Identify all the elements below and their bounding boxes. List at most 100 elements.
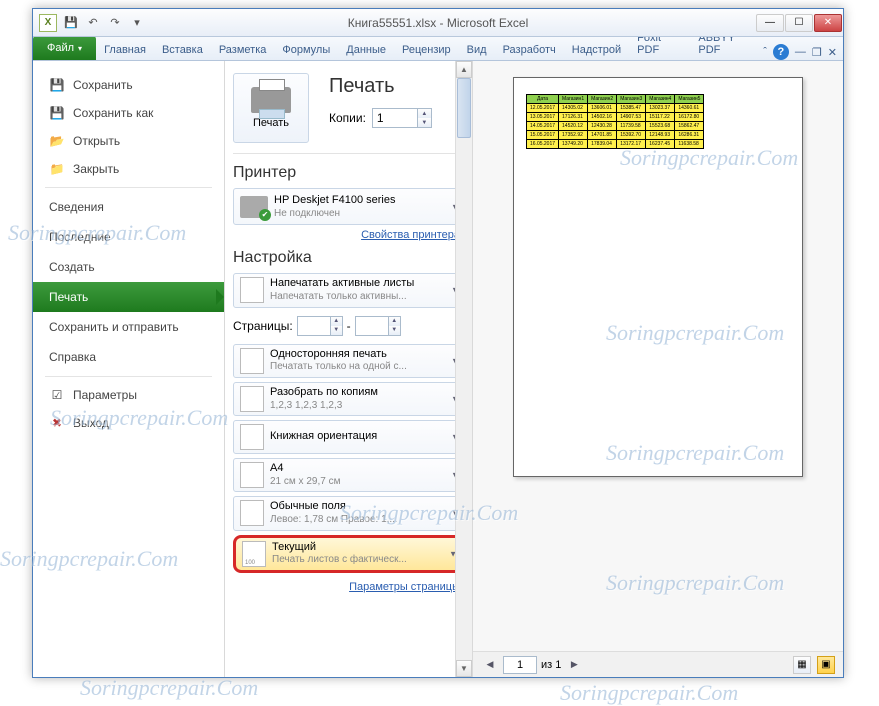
nav-label: Сохранить: [73, 78, 133, 92]
opt-orientation[interactable]: Книжная ориентация ▼: [233, 420, 464, 454]
tab-data[interactable]: Данные: [338, 40, 394, 60]
spin-up-icon[interactable]: ▲: [330, 317, 342, 326]
spin-up-icon[interactable]: ▲: [417, 109, 431, 118]
printer-properties-link[interactable]: Свойства принтера: [233, 229, 460, 241]
table-header: Магазин3: [617, 95, 646, 104]
print-button[interactable]: Печать: [233, 73, 309, 143]
tab-layout[interactable]: Разметка: [211, 40, 275, 60]
print-heading: Печать: [329, 75, 432, 98]
save-icon: 💾: [49, 77, 65, 93]
table-cell: 14360.61: [675, 104, 704, 113]
table-cell: 13172.17: [617, 140, 646, 149]
printer-selector[interactable]: HP Deskjet F4100 series Не подключен ▼: [233, 188, 464, 225]
opt-title: A4: [270, 462, 340, 476]
prev-page-button[interactable]: ◀: [481, 656, 499, 674]
nav-share[interactable]: Сохранить и отправить: [33, 312, 224, 342]
spin-up-icon[interactable]: ▲: [388, 317, 400, 326]
nav-saveas[interactable]: 💾 Сохранить как: [33, 99, 224, 127]
qat-customize-icon[interactable]: ▾: [129, 15, 145, 31]
opt-collate[interactable]: Разобрать по копиям 1,2,3 1,2,3 1,2,3 ▼: [233, 382, 464, 416]
close-button[interactable]: ✕: [814, 14, 842, 32]
tab-addins[interactable]: Надстрой: [564, 40, 629, 60]
pages-from[interactable]: ▲▼: [297, 316, 343, 336]
table-cell: 14520.12: [559, 122, 588, 131]
sheets-icon: [240, 277, 264, 303]
nav-print[interactable]: Печать: [33, 282, 224, 312]
opt-sub: Напечатать только активны...: [270, 291, 414, 304]
doc-close-icon[interactable]: ✕: [828, 46, 837, 59]
backstage-nav: 💾 Сохранить 💾 Сохранить как 📂 Открыть 📁 …: [33, 61, 225, 677]
table-cell: 14907.53: [617, 113, 646, 122]
table-header: Магазин1: [559, 95, 588, 104]
excel-logo-icon: X: [39, 14, 57, 32]
tab-insert[interactable]: Вставка: [154, 40, 211, 60]
margins-icon: [240, 500, 264, 526]
pages-to[interactable]: ▲▼: [355, 316, 401, 336]
scroll-thumb[interactable]: [457, 78, 471, 138]
qat-save-icon[interactable]: 💾: [63, 15, 79, 31]
nav-options[interactable]: ☑ Параметры: [33, 381, 224, 409]
nav-new[interactable]: Создать: [33, 252, 224, 282]
table-cell: 11638.58: [675, 140, 704, 149]
preview-canvas: ДатаМагазин1Магазин2Магазин3Магазин4Мага…: [473, 61, 843, 651]
page-setup-link[interactable]: Параметры страницы: [233, 581, 460, 593]
show-margins-button[interactable]: ▦: [793, 656, 811, 674]
nav-save[interactable]: 💾 Сохранить: [33, 71, 224, 99]
watermark: Soringpcrepair.Com: [80, 675, 258, 701]
opt-title: Книжная ориентация: [270, 430, 377, 444]
orientation-icon: [240, 424, 264, 450]
scroll-down-icon[interactable]: ▼: [456, 660, 472, 677]
tab-developer[interactable]: Разработч: [495, 40, 564, 60]
zoom-to-page-button[interactable]: ▣: [817, 656, 835, 674]
opt-margins[interactable]: Обычные поля Левое: 1,78 см Правое: 1,..…: [233, 496, 464, 530]
nav-info[interactable]: Сведения: [33, 192, 224, 222]
opt-print-what[interactable]: Напечатать активные листы Напечатать тол…: [233, 273, 464, 307]
nav-exit[interactable]: ✖ Выход: [33, 409, 224, 437]
scroll-up-icon[interactable]: ▲: [456, 61, 472, 78]
opt-scaling[interactable]: 100 Текущий Печать листов с фактическ...…: [233, 535, 464, 573]
nav-close-doc[interactable]: 📁 Закрыть: [33, 155, 224, 183]
maximize-button[interactable]: ☐: [785, 14, 813, 32]
nav-separator: [45, 187, 212, 188]
tab-review[interactable]: Рецензир: [394, 40, 459, 60]
pages-to-input[interactable]: [356, 317, 388, 335]
nav-help[interactable]: Справка: [33, 342, 224, 372]
table-cell: 12430.28: [588, 122, 617, 131]
pages-from-input[interactable]: [298, 317, 330, 335]
saveas-icon: 💾: [49, 105, 65, 121]
tab-view[interactable]: Вид: [459, 40, 495, 60]
copies-spinner[interactable]: ▲▼: [372, 108, 432, 128]
table-cell: 13606.01: [588, 104, 617, 113]
qat-redo-icon[interactable]: ↷: [107, 15, 123, 31]
paper-icon: [240, 462, 264, 488]
nav-label: Выход: [73, 416, 109, 430]
copies-input[interactable]: [373, 109, 417, 127]
nav-separator: [45, 376, 212, 377]
center-scrollbar[interactable]: ▲ ▼: [455, 61, 472, 677]
help-icon[interactable]: ?: [773, 44, 789, 60]
doc-restore-icon[interactable]: ❐: [812, 46, 822, 59]
table-cell: 13.05.2017: [527, 113, 559, 122]
table-cell: 15117.22: [646, 113, 675, 122]
doc-minimize-icon[interactable]: —: [795, 46, 806, 58]
next-page-button[interactable]: ▶: [565, 656, 583, 674]
spin-down-icon[interactable]: ▼: [330, 326, 342, 335]
opt-sides[interactable]: Односторонняя печать Печатать только на …: [233, 344, 464, 378]
qat-undo-icon[interactable]: ↶: [85, 15, 101, 31]
table-cell: 16172.80: [675, 113, 704, 122]
spin-down-icon[interactable]: ▼: [417, 118, 431, 127]
tab-home[interactable]: Главная: [96, 40, 154, 60]
table-cell: 17126.31: [559, 113, 588, 122]
spin-down-icon[interactable]: ▼: [388, 326, 400, 335]
nav-open[interactable]: 📂 Открыть: [33, 127, 224, 155]
table-row: 16.05.201713749.2017839.0413172.1716237.…: [527, 140, 704, 149]
file-tab[interactable]: Файл: [33, 36, 96, 60]
opt-papersize[interactable]: A4 21 см x 29,7 см ▼: [233, 458, 464, 492]
minimize-button[interactable]: —: [756, 14, 784, 32]
table-cell: 16286.31: [675, 131, 704, 140]
nav-recent[interactable]: Последние: [33, 222, 224, 252]
opt-sub: 21 см x 29,7 см: [270, 476, 340, 489]
ribbon-minimize-icon[interactable]: ˆ: [763, 46, 767, 58]
tab-formulas[interactable]: Формулы: [274, 40, 338, 60]
page-number-input[interactable]: [503, 656, 537, 674]
